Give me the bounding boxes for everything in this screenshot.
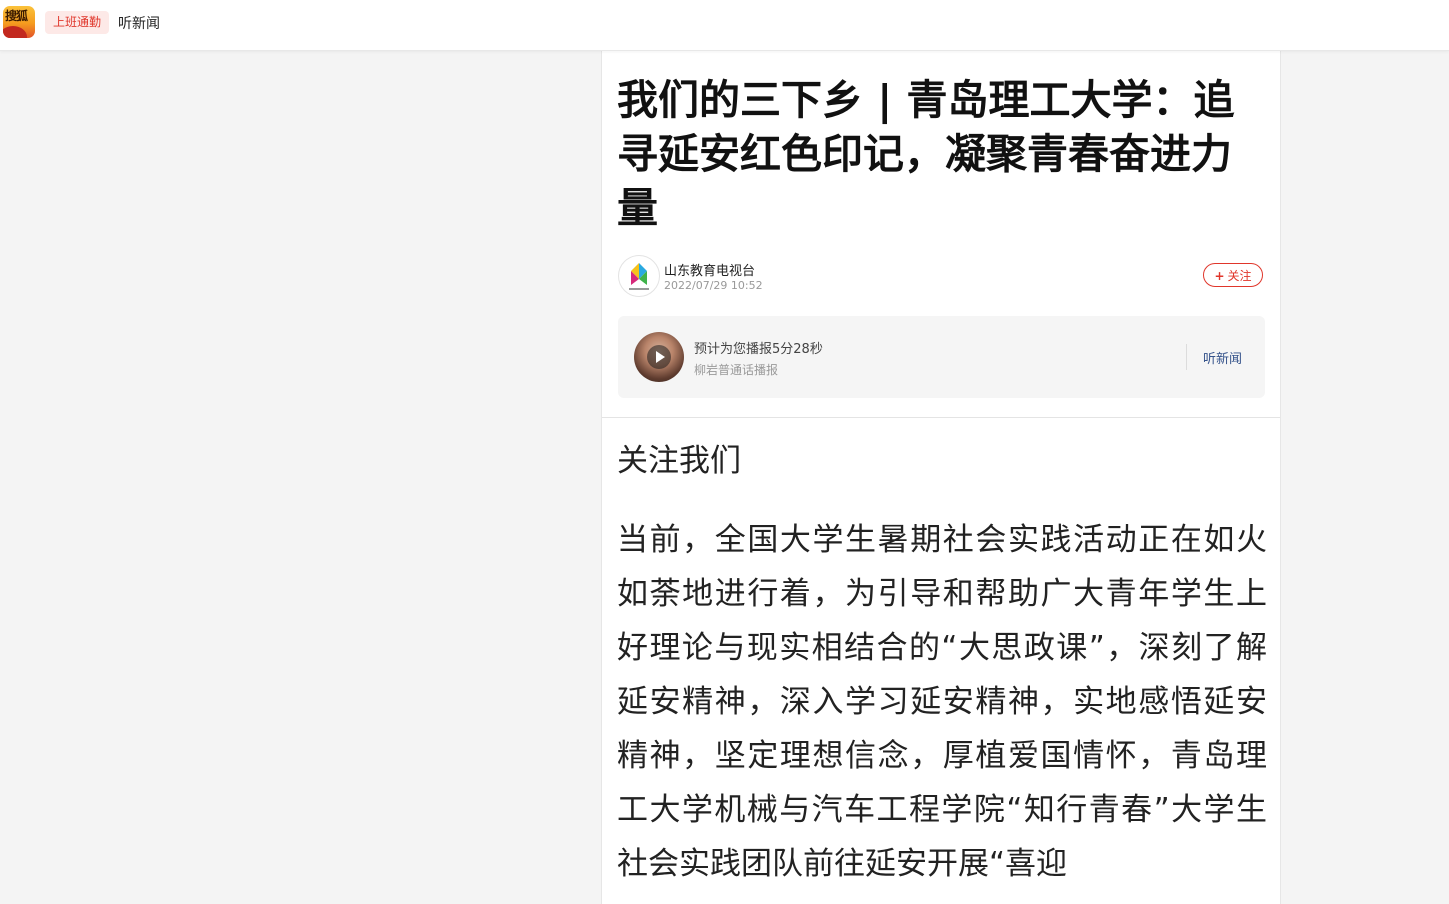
follow-button[interactable]: + 关注 xyxy=(1203,263,1263,287)
follow-label: 关注 xyxy=(1227,269,1252,283)
sohu-logo-icon[interactable]: 搜狐 xyxy=(3,6,35,38)
top-bar: 搜狐 上班通勤 听新闻 xyxy=(0,0,1449,51)
follow-us-heading: 关注我们 xyxy=(617,443,741,479)
author-name[interactable]: 山东教育电视台 xyxy=(664,260,755,279)
commute-mode-tag[interactable]: 上班通勤 xyxy=(45,11,110,34)
publish-time: 2022/07/29 10:52 xyxy=(664,279,763,292)
listen-news-button[interactable]: 听新闻 xyxy=(118,13,160,33)
article-panel: 我们的三下乡 | 青岛理工大学：追寻延安红色印记，凝聚青春奋进力量 山东教育电视… xyxy=(601,51,1281,904)
logo-hill-shape xyxy=(3,26,27,38)
narrator-avatar[interactable] xyxy=(634,332,684,382)
education-tv-logo-icon xyxy=(629,263,649,290)
plus-icon: + xyxy=(1214,269,1225,283)
divider xyxy=(602,417,1280,418)
broadcast-duration: 预计为您播报5分28秒 xyxy=(694,342,823,357)
divider xyxy=(1186,344,1187,370)
logo-text: 搜狐 xyxy=(5,9,28,23)
play-icon[interactable] xyxy=(647,345,671,369)
article-body-paragraph: 当前，全国大学生暑期社会实践活动正在如火如荼地进行着，为引导和帮助广大青年学生上… xyxy=(617,522,1267,882)
author-avatar[interactable] xyxy=(618,255,660,297)
audio-listen-button[interactable]: 听新闻 xyxy=(1203,348,1242,367)
audio-broadcast-card: 预计为您播报5分28秒 柳岩普通话播报 听新闻 xyxy=(618,316,1265,398)
narrator-voice: 柳岩普通话播报 xyxy=(694,363,779,377)
article-title: 我们的三下乡 | 青岛理工大学：追寻延安红色印记，凝聚青春奋进力量 xyxy=(617,76,1235,232)
